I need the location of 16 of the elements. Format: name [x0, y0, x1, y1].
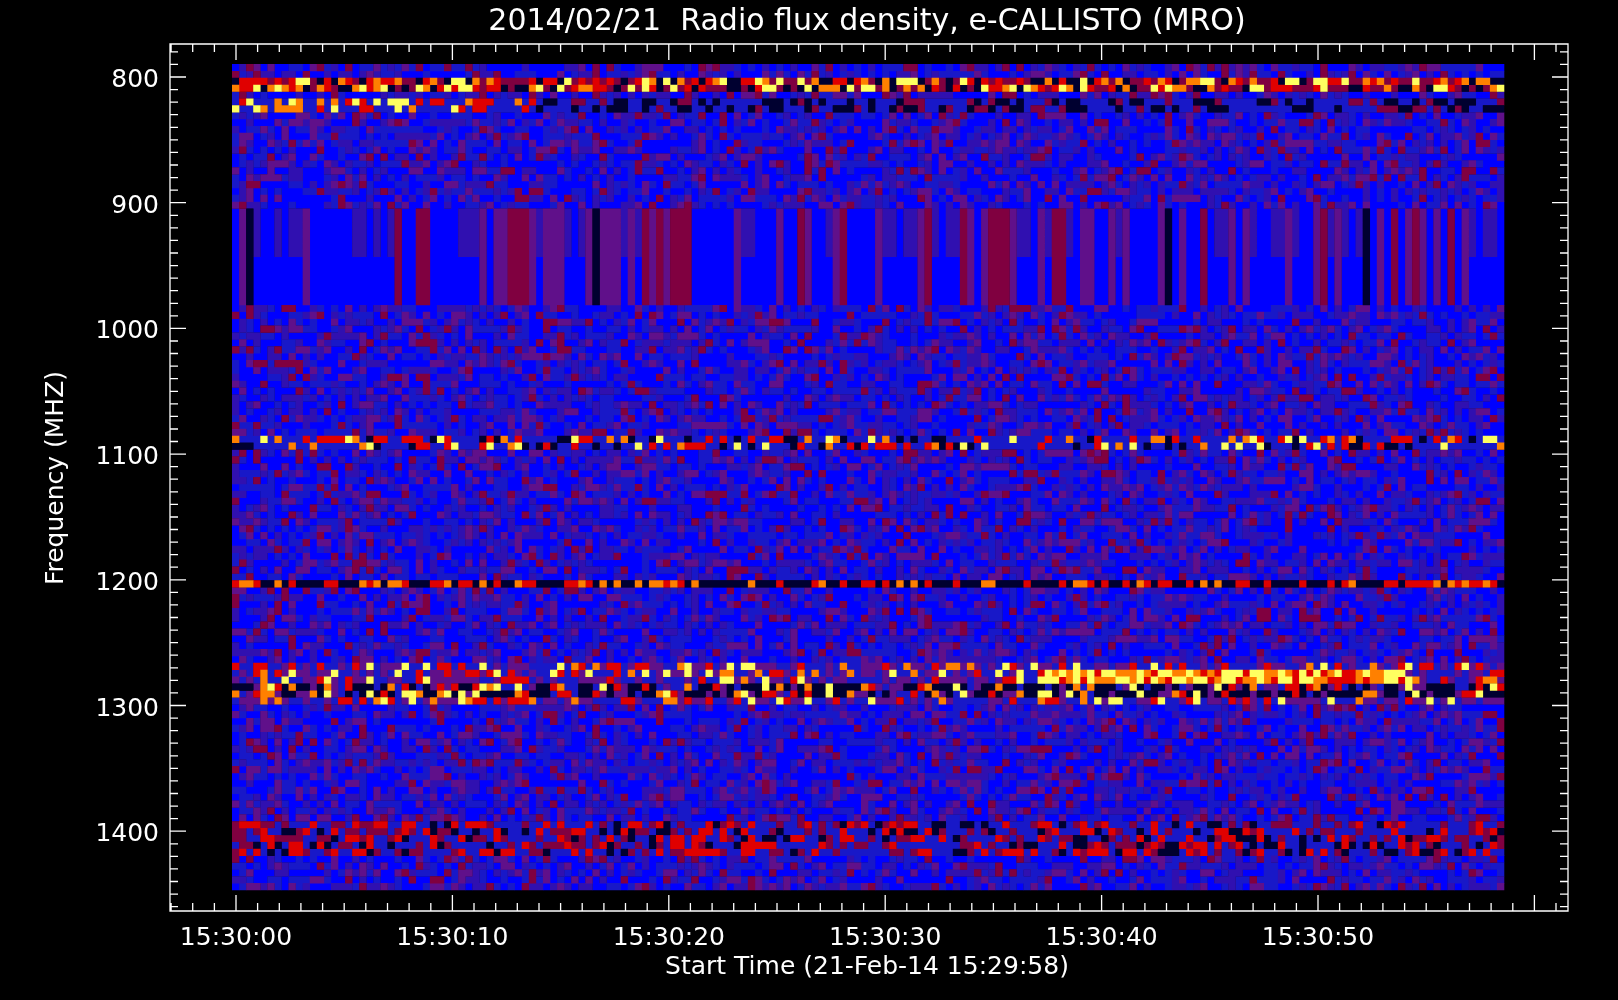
x-tick-label: 15:30:20 [612, 922, 725, 951]
x-tick-label: 15:30:00 [179, 922, 293, 951]
y-tick-label: 1000 [95, 315, 159, 345]
x-tick-label: 15:30:40 [1045, 922, 1158, 951]
y-tick-label: 1200 [95, 566, 159, 596]
x-axis-label: Start Time (21-Feb-14 15:29:58) [665, 951, 1069, 980]
y-axis-label: Frequency (MHZ) [40, 370, 69, 586]
x-tick-label: 15:30:30 [829, 922, 942, 951]
y-tick-label: 900 [111, 189, 159, 219]
x-tick-label: 15:30:10 [396, 922, 509, 951]
y-tick-label: 800 [111, 64, 159, 93]
chart-title: 2014/02/21 Radio flux density, e-CALLISTO (MRO) [488, 2, 1246, 37]
y-tick-label: 1400 [95, 818, 159, 848]
x-tick-label: 15:30:50 [1261, 922, 1375, 951]
y-tick-label: 1300 [95, 692, 159, 722]
y-tick-label: 1100 [95, 441, 159, 471]
